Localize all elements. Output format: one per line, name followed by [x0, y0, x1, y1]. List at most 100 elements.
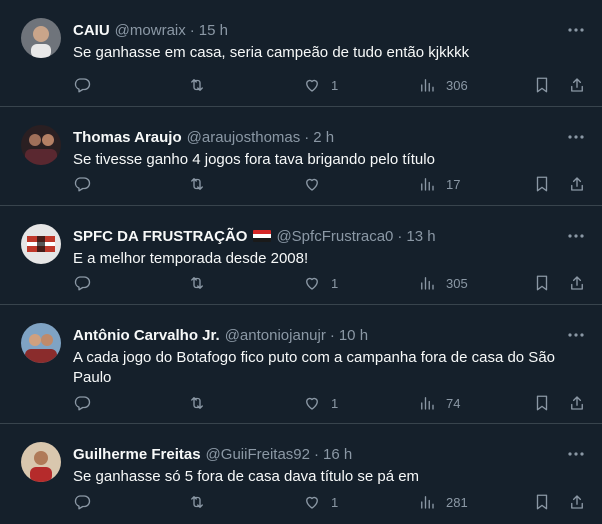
tweet-header: Thomas Araujo @araujosthomas · 2 h: [73, 127, 334, 147]
retweet-button[interactable]: [188, 492, 206, 512]
author-handle[interactable]: @mowraix: [115, 22, 186, 39]
like-count: 1: [331, 395, 339, 411]
views-button[interactable]: 17: [418, 174, 460, 194]
view-count: 306: [446, 77, 468, 93]
reply-button[interactable]: [73, 75, 91, 95]
tweet-actions: 1 281: [73, 492, 586, 512]
like-icon: [303, 76, 321, 94]
author-name[interactable]: Guilherme Freitas: [73, 446, 201, 463]
like-button[interactable]: 1: [303, 273, 338, 293]
author-handle[interactable]: @araujosthomas: [187, 129, 301, 146]
separator: ·: [397, 227, 403, 245]
more-icon[interactable]: [566, 127, 586, 147]
timestamp[interactable]: 16 h: [323, 446, 352, 463]
tweet-text: Se tivesse ganho 4 jogos fora tava briga…: [73, 151, 435, 168]
share-icon: [568, 394, 586, 412]
share-icon: [568, 76, 586, 94]
tweet[interactable]: SPFC DA FRUSTRAÇÃO @SpfcFrustraca0 · 13 …: [0, 206, 602, 305]
separator: ·: [304, 128, 310, 146]
bookmark-button[interactable]: [533, 273, 551, 293]
like-button[interactable]: 1: [303, 492, 338, 512]
reply-button[interactable]: [73, 273, 91, 293]
retweet-button[interactable]: [188, 393, 206, 413]
views-button[interactable]: 306: [418, 75, 468, 95]
retweet-icon: [188, 274, 206, 292]
tweet[interactable]: Antônio Carvalho Jr. @antoniojanujr · 10…: [0, 305, 602, 424]
retweet-icon: [188, 175, 206, 193]
reply-button[interactable]: [73, 174, 91, 194]
more-icon[interactable]: [566, 226, 586, 246]
separator: ·: [313, 445, 319, 463]
share-button[interactable]: [568, 492, 586, 512]
views-icon: [418, 394, 436, 412]
more-icon[interactable]: [566, 20, 586, 40]
reply-icon: [73, 493, 91, 511]
author-handle[interactable]: @antoniojanujr: [225, 327, 326, 344]
like-icon: [303, 274, 321, 292]
view-count: 305: [446, 275, 468, 291]
tweet-actions: 1 74: [73, 393, 586, 413]
more-icon[interactable]: [566, 325, 586, 345]
views-button[interactable]: 281: [418, 492, 468, 512]
share-button[interactable]: [568, 174, 586, 194]
more-icon[interactable]: [566, 444, 586, 464]
like-button[interactable]: [303, 174, 331, 194]
avatar[interactable]: [21, 442, 61, 482]
tweet-text: A cada jogo do Botafogo fico puto com a …: [73, 349, 555, 386]
reply-button[interactable]: [73, 393, 91, 413]
share-button[interactable]: [568, 393, 586, 413]
author-handle[interactable]: @SpfcFrustraca0: [276, 228, 393, 245]
views-icon: [418, 175, 436, 193]
tweet-header: Antônio Carvalho Jr. @antoniojanujr · 10…: [73, 325, 368, 345]
view-count: 281: [446, 494, 468, 510]
retweet-icon: [188, 76, 206, 94]
views-icon: [418, 274, 436, 292]
like-icon: [303, 175, 321, 193]
separator: ·: [189, 21, 195, 39]
retweet-button[interactable]: [188, 273, 206, 293]
tweet-text: Se ganhasse em casa, seria campeão de tu…: [73, 44, 470, 61]
author-name[interactable]: Antônio Carvalho Jr.: [73, 327, 220, 344]
author-name[interactable]: Thomas Araujo: [73, 129, 182, 146]
views-icon: [418, 493, 436, 511]
timestamp[interactable]: 10 h: [339, 327, 368, 344]
share-button[interactable]: [568, 75, 586, 95]
bookmark-icon: [533, 175, 551, 193]
tweet[interactable]: Guilherme Freitas @GuiiFreitas92 · 16 h …: [0, 424, 602, 524]
like-button[interactable]: 1: [303, 393, 338, 413]
tweet-header: SPFC DA FRUSTRAÇÃO @SpfcFrustraca0 · 13 …: [73, 226, 436, 246]
author-name[interactable]: SPFC DA FRUSTRAÇÃO: [73, 228, 247, 245]
avatar[interactable]: [21, 224, 61, 264]
tweet-feed: CAIU @mowraix · 15 h Se ganhasse em casa…: [0, 0, 602, 524]
views-button[interactable]: 305: [418, 273, 468, 293]
retweet-button[interactable]: [188, 75, 206, 95]
tweet[interactable]: Thomas Araujo @araujosthomas · 2 h Se ti…: [0, 107, 602, 206]
reply-button[interactable]: [73, 492, 91, 512]
views-button[interactable]: 74: [418, 393, 460, 413]
like-button[interactable]: 1: [303, 75, 338, 95]
tweet-header: Guilherme Freitas @GuiiFreitas92 · 16 h: [73, 444, 352, 464]
tweet-text: Se ganhasse só 5 fora de casa dava títul…: [73, 468, 420, 485]
author-name[interactable]: CAIU: [73, 22, 110, 39]
bookmark-button[interactable]: [533, 393, 551, 413]
timestamp[interactable]: 13 h: [406, 228, 435, 245]
bookmark-icon: [533, 394, 551, 412]
like-count: 1: [331, 77, 339, 93]
bookmark-button[interactable]: [533, 75, 551, 95]
share-icon: [568, 175, 586, 193]
view-count: 74: [446, 395, 461, 411]
avatar[interactable]: [21, 323, 61, 363]
author-handle[interactable]: @GuiiFreitas92: [206, 446, 310, 463]
timestamp[interactable]: 15 h: [199, 22, 228, 39]
like-count: 1: [331, 494, 339, 510]
retweet-icon: [188, 394, 206, 412]
share-button[interactable]: [568, 273, 586, 293]
bookmark-button[interactable]: [533, 174, 551, 194]
avatar[interactable]: [21, 125, 61, 165]
avatar[interactable]: [21, 18, 61, 58]
retweet-button[interactable]: [188, 174, 206, 194]
bookmark-button[interactable]: [533, 492, 551, 512]
tweet-header: CAIU @mowraix · 15 h: [73, 20, 228, 40]
timestamp[interactable]: 2 h: [313, 129, 334, 146]
tweet[interactable]: CAIU @mowraix · 15 h Se ganhasse em casa…: [0, 0, 602, 107]
